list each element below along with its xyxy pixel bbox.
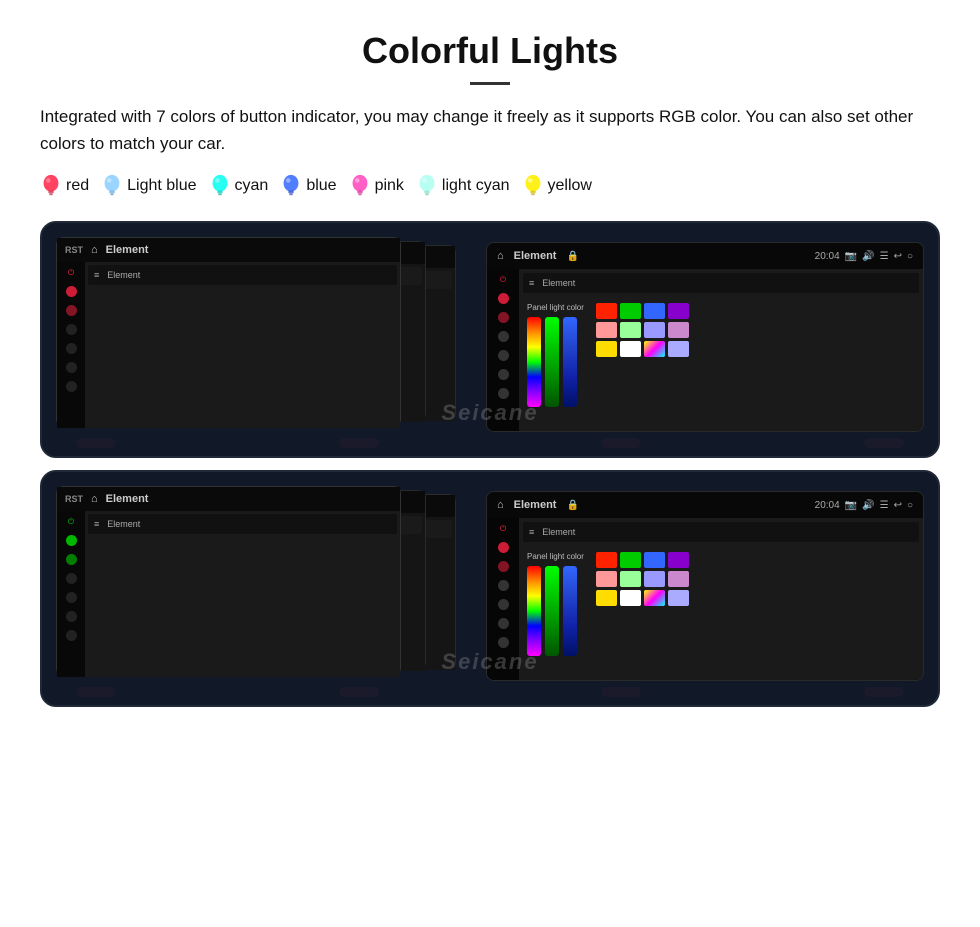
color-label-blue: blue: [306, 177, 336, 195]
color-item-lightcyan: light cyan: [416, 173, 510, 199]
color-item-yellow: yellow: [522, 173, 592, 199]
bulb-icon-red: [40, 173, 62, 199]
color-row: red Light blue cyan: [40, 173, 940, 199]
page-description: Integrated with 7 colors of button indic…: [40, 103, 940, 157]
color-item-pink: pink: [349, 173, 404, 199]
color-label-pink: pink: [375, 177, 404, 195]
bulb-icon-yellow: [522, 173, 544, 199]
color-item-blue: blue: [280, 173, 336, 199]
main-panel-screen-2: ⌂ Element 🔒 20:04 📷 🔊 ☰ ↩ ○: [486, 491, 924, 681]
main-panel-screen-1: ⌂ Element 🔒 20:04 📷 🔊 ☰ ↩ ○: [486, 242, 924, 432]
page-title: Colorful Lights: [40, 30, 940, 72]
color-label-yellow: yellow: [548, 177, 592, 195]
screen-front-1: RST ⌂ Element ⏻: [56, 237, 401, 427]
color-label-cyan: cyan: [235, 177, 269, 195]
bulb-icon-cyan: [209, 173, 231, 199]
bulb-icon-pink: [349, 173, 371, 199]
title-divider: [470, 82, 510, 85]
color-label-red: red: [66, 177, 89, 195]
bulb-icon-lightcyan: [416, 173, 438, 199]
screen-front-2: RST ⌂ Element ⏻: [56, 486, 401, 676]
color-label-lightblue: Light blue: [127, 177, 196, 195]
stacked-screens-left-1: MIC ⌂ Element: [56, 237, 476, 432]
device-row-2: MIC ⌂ Element: [40, 470, 940, 707]
color-item-lightblue: Light blue: [101, 173, 196, 199]
page-container: Colorful Lights Integrated with 7 colors…: [0, 0, 980, 749]
watermark-2: Seicane: [441, 649, 538, 675]
color-item-cyan: cyan: [209, 173, 269, 199]
color-item-red: red: [40, 173, 89, 199]
watermark-1: Seicane: [441, 400, 538, 426]
device-mount-tabs-2: [56, 681, 924, 697]
color-label-lightcyan: light cyan: [442, 177, 510, 195]
bulb-icon-lightblue: [101, 173, 123, 199]
device-mount-tabs-1: [56, 432, 924, 448]
stacked-screens-left-2: MIC ⌂ Element: [56, 486, 476, 681]
device-row-1: MIC ⌂ Element: [40, 221, 940, 458]
bulb-icon-blue: [280, 173, 302, 199]
